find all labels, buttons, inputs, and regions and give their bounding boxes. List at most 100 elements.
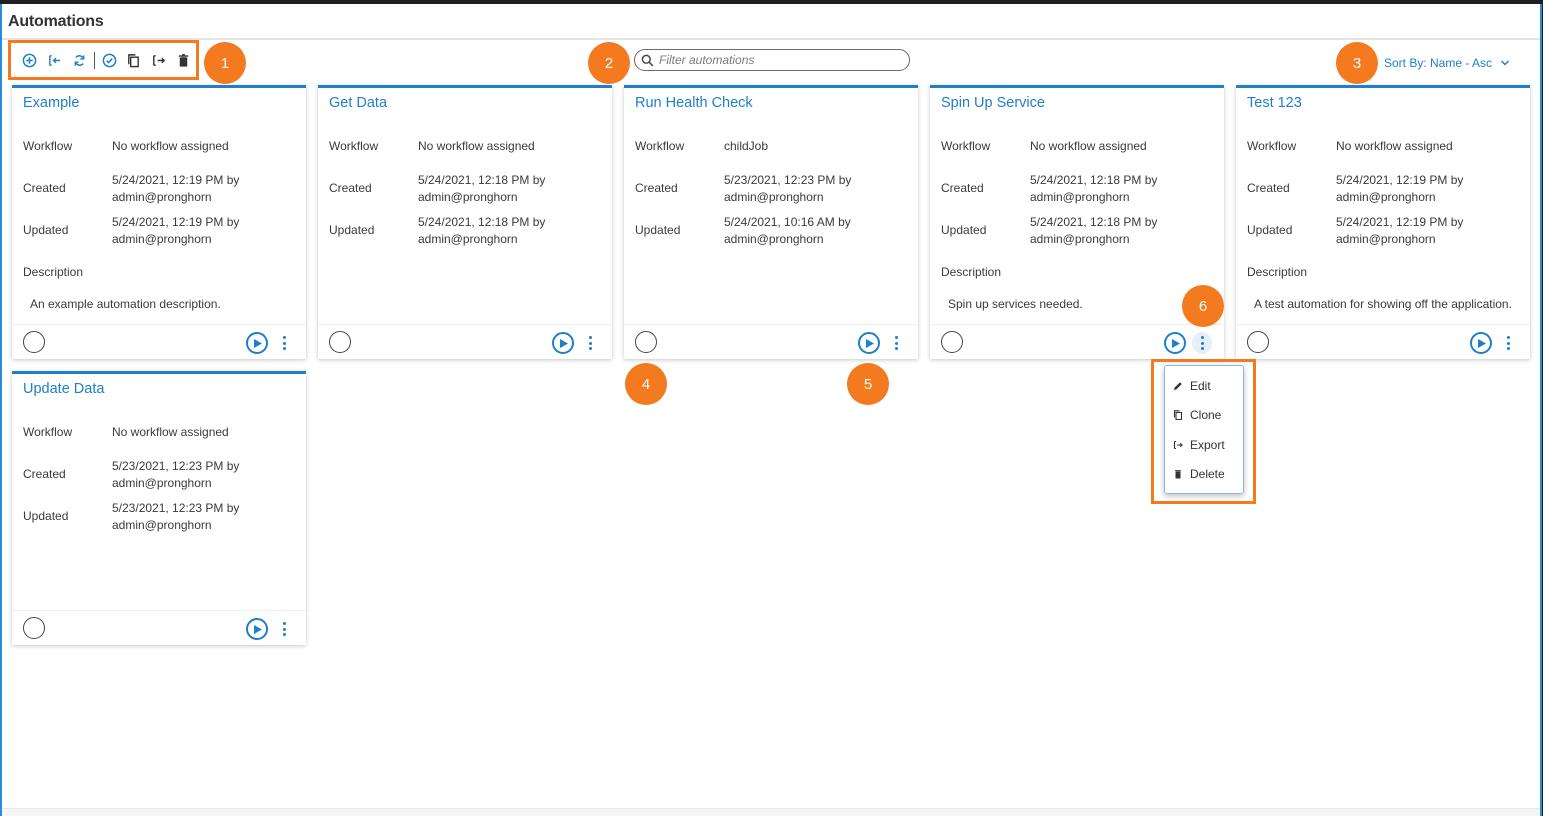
delete-icon[interactable]	[171, 48, 196, 73]
filter-input[interactable]	[659, 53, 899, 67]
more-options-button[interactable]	[888, 332, 904, 354]
automation-card: Test 123 Workflow No workflow assigned C…	[1236, 85, 1530, 359]
workflow-label: Workflow	[23, 425, 73, 439]
toolbar	[8, 40, 199, 80]
updated-label: Updated	[23, 509, 69, 523]
workflow-value: No workflow assigned	[112, 425, 229, 439]
workflow-value: No workflow assigned	[1336, 139, 1453, 153]
workflow-value: No workflow assigned	[112, 139, 229, 153]
select-checkbox[interactable]	[941, 331, 963, 353]
updated-value: 5/24/2021, 12:18 PM by admin@pronghorn	[1030, 215, 1158, 246]
play-icon	[254, 624, 262, 634]
export-icon[interactable]	[146, 48, 171, 73]
workflow-label: Workflow	[329, 139, 379, 153]
more-options-button[interactable]	[1192, 332, 1212, 354]
search-icon	[641, 54, 654, 66]
callout-badge-6: 6	[1182, 285, 1224, 327]
card-title[interactable]: Spin Up Service	[941, 95, 1045, 111]
updated-label: Updated	[329, 223, 375, 237]
updated-label: Updated	[941, 223, 987, 237]
menu-item-export[interactable]: Export	[1165, 430, 1243, 460]
description-text: An example automation description.	[30, 297, 221, 311]
run-button[interactable]	[552, 332, 574, 354]
run-button[interactable]	[1164, 332, 1186, 354]
toolbar-separator	[93, 51, 95, 69]
run-button[interactable]	[1470, 332, 1492, 354]
import-icon[interactable]	[42, 48, 67, 73]
automation-card: Example Workflow No workflow assigned Cr…	[12, 85, 306, 359]
created-value: 5/24/2021, 12:19 PM by admin@pronghorn	[1336, 173, 1464, 204]
menu-item-delete[interactable]: Delete	[1165, 460, 1243, 490]
select-all-icon[interactable]	[97, 48, 122, 73]
play-icon	[1478, 338, 1486, 348]
play-icon	[866, 338, 874, 348]
select-checkbox[interactable]	[23, 331, 45, 353]
sort-label: Sort By: Name - Asc	[1384, 56, 1493, 70]
created-value: 5/24/2021, 12:19 PM by admin@pronghorn	[112, 173, 240, 204]
more-options-button[interactable]	[582, 332, 598, 354]
clone-icon[interactable]	[121, 48, 146, 73]
more-options-button[interactable]	[276, 618, 292, 640]
created-label: Created	[329, 181, 372, 195]
updated-value: 5/24/2021, 12:19 PM by admin@pronghorn	[112, 215, 240, 246]
updated-label: Updated	[23, 223, 69, 237]
description-label: Description	[1247, 265, 1308, 279]
run-button[interactable]	[246, 332, 268, 354]
created-value: 5/24/2021, 12:18 PM by admin@pronghorn	[418, 173, 546, 204]
card-footer	[12, 324, 306, 359]
menu-item-clone[interactable]: Clone	[1165, 401, 1243, 431]
card-footer	[930, 324, 1224, 359]
workflow-label: Workflow	[635, 139, 685, 153]
card-title[interactable]: Run Health Check	[635, 95, 753, 111]
more-options-button[interactable]	[1500, 332, 1516, 354]
callout-badge-3: 3	[1336, 42, 1378, 84]
workflow-label: Workflow	[1247, 139, 1297, 153]
title-divider	[2, 38, 1540, 40]
automation-card: Run Health Check Workflow childJob Creat…	[624, 85, 918, 359]
card-footer	[12, 610, 306, 645]
select-checkbox[interactable]	[329, 331, 351, 353]
play-icon	[1172, 338, 1180, 348]
workflow-label: Workflow	[23, 139, 73, 153]
created-value: 5/23/2021, 12:23 PM by admin@pronghorn	[112, 459, 240, 490]
workflow-value: No workflow assigned	[1030, 139, 1147, 153]
more-options-button[interactable]	[276, 332, 292, 354]
card-title[interactable]: Example	[23, 95, 79, 111]
updated-label: Updated	[1247, 223, 1293, 237]
page-title: Automations	[8, 13, 104, 30]
card-footer	[318, 324, 612, 359]
trash-icon	[1175, 470, 1181, 479]
card-footer	[624, 324, 918, 359]
description-label: Description	[941, 265, 1002, 279]
menu-item-edit[interactable]: Edit	[1165, 371, 1243, 401]
card-title[interactable]: Get Data	[329, 95, 387, 111]
created-label: Created	[23, 467, 66, 481]
callout-badge-1: 1	[204, 42, 246, 84]
created-label: Created	[1247, 181, 1290, 195]
footer-bar	[2, 808, 1540, 816]
automation-card: Get Data Workflow No workflow assigned C…	[318, 85, 612, 359]
callout-badge-5: 5	[847, 363, 889, 405]
card-title[interactable]: Test 123	[1247, 95, 1302, 111]
context-menu: Edit Clone Export Delete	[1164, 365, 1244, 494]
pencil-icon	[1174, 381, 1182, 390]
updated-value: 5/23/2021, 12:23 PM by admin@pronghorn	[112, 501, 240, 532]
created-value: 5/24/2021, 12:18 PM by admin@pronghorn	[1030, 173, 1158, 204]
created-label: Created	[941, 181, 984, 195]
updated-value: 5/24/2021, 10:16 AM by admin@pronghorn	[724, 215, 851, 246]
run-button[interactable]	[246, 618, 268, 640]
select-checkbox[interactable]	[23, 617, 45, 639]
export-icon	[1173, 440, 1183, 449]
play-icon	[254, 338, 262, 348]
card-title[interactable]: Update Data	[23, 381, 104, 397]
callout-badge-2: 2	[588, 42, 630, 84]
refresh-icon[interactable]	[67, 48, 92, 73]
select-checkbox[interactable]	[635, 331, 657, 353]
add-icon[interactable]	[17, 48, 42, 73]
created-label: Created	[635, 181, 678, 195]
created-label: Created	[23, 181, 66, 195]
select-checkbox[interactable]	[1247, 331, 1269, 353]
run-button[interactable]	[858, 332, 880, 354]
sort-dropdown[interactable]: Sort By: Name - Asc	[1384, 56, 1510, 70]
card-footer	[1236, 324, 1530, 359]
